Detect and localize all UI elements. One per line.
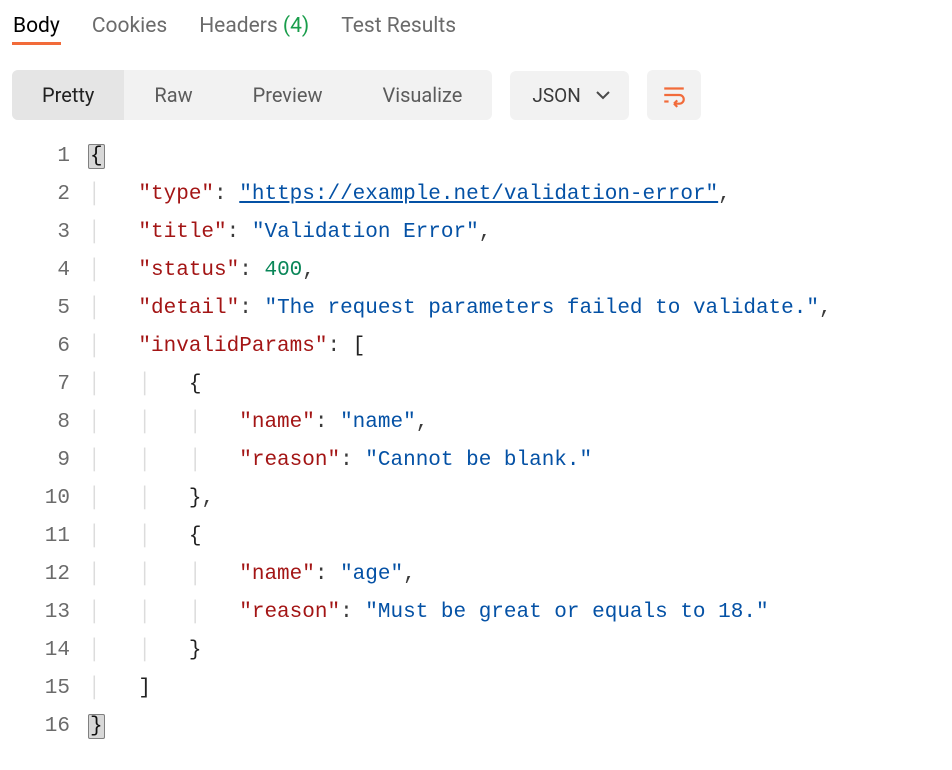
code-line: 10 │ │ }, xyxy=(12,480,940,518)
headers-count-badge: (4) xyxy=(283,14,309,38)
line-number: 7 xyxy=(12,366,88,404)
line-number: 9 xyxy=(12,442,88,480)
line-number: 1 xyxy=(12,138,88,176)
code-line: 2 │ "type": "https://example.net/validat… xyxy=(12,176,940,214)
brace-close-icon: } xyxy=(88,714,105,739)
line-number: 10 xyxy=(12,480,88,518)
wrap-line-button[interactable] xyxy=(647,70,701,120)
line-number: 11 xyxy=(12,518,88,556)
code-line: 12 │ │ │ "name": "age", xyxy=(12,556,940,594)
view-tab-raw[interactable]: Raw xyxy=(124,70,222,120)
line-number: 13 xyxy=(12,594,88,632)
line-number: 5 xyxy=(12,290,88,328)
view-tab-preview[interactable]: Preview xyxy=(223,70,353,120)
tab-headers[interactable]: Headers (4) xyxy=(198,12,310,45)
code-line: 3 │ "title": "Validation Error", xyxy=(12,214,940,252)
view-tab-visualize[interactable]: Visualize xyxy=(352,70,492,120)
response-body-viewer[interactable]: 1 { 2 │ "type": "https://example.net/val… xyxy=(12,138,940,746)
code-line: 16 } xyxy=(12,708,940,746)
brace-open-icon: { xyxy=(88,144,105,169)
tab-cookies[interactable]: Cookies xyxy=(91,12,168,45)
line-number: 6 xyxy=(12,328,88,366)
line-number: 2 xyxy=(12,176,88,214)
code-line: 11 │ │ { xyxy=(12,518,940,556)
line-number: 15 xyxy=(12,670,88,708)
tab-headers-label: Headers xyxy=(199,14,277,38)
body-format-value: JSON xyxy=(532,84,580,107)
code-line: 1 { xyxy=(12,138,940,176)
body-view-tabs: Pretty Raw Preview Visualize xyxy=(12,70,492,120)
tab-test-results[interactable]: Test Results xyxy=(340,12,457,45)
response-controls: Pretty Raw Preview Visualize JSON xyxy=(12,70,940,120)
line-number: 12 xyxy=(12,556,88,594)
code-line: 8 │ │ │ "name": "name", xyxy=(12,404,940,442)
line-number: 4 xyxy=(12,252,88,290)
wrap-line-icon xyxy=(661,82,687,108)
code-line: 14 │ │ } xyxy=(12,632,940,670)
line-number: 8 xyxy=(12,404,88,442)
line-number: 16 xyxy=(12,708,88,746)
code-line: 15 │ ] xyxy=(12,670,940,708)
line-number: 3 xyxy=(12,214,88,252)
response-section-tabs: Body Cookies Headers (4) Test Results xyxy=(12,12,940,52)
line-number: 14 xyxy=(12,632,88,670)
code-line: 7 │ │ { xyxy=(12,366,940,404)
code-line: 5 │ "detail": "The request parameters fa… xyxy=(12,290,940,328)
tab-body[interactable]: Body xyxy=(12,12,61,45)
code-line: 13 │ │ │ "reason": "Must be great or equ… xyxy=(12,594,940,632)
code-line: 4 │ "status": 400, xyxy=(12,252,940,290)
chevron-down-icon xyxy=(595,87,611,103)
code-line: 6 │ "invalidParams": [ xyxy=(12,328,940,366)
view-tab-pretty[interactable]: Pretty xyxy=(12,70,124,120)
code-line: 9 │ │ │ "reason": "Cannot be blank." xyxy=(12,442,940,480)
body-format-select[interactable]: JSON xyxy=(510,71,628,120)
